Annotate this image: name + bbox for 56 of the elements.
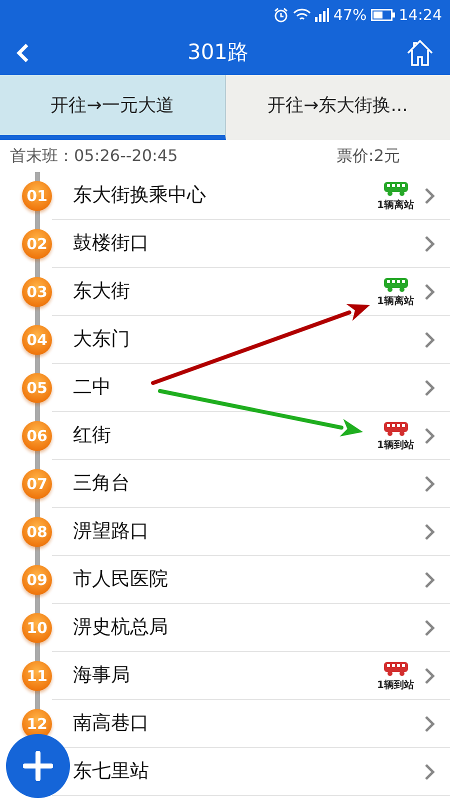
stop-number: 11 — [22, 661, 52, 691]
chevron-icon — [424, 330, 436, 348]
stop-name: 红街 — [73, 423, 111, 448]
stop-number: 09 — [22, 565, 52, 595]
chevron-icon — [424, 186, 436, 204]
stop-number: 03 — [22, 277, 52, 307]
alarm-icon — [273, 7, 290, 23]
stop-name: 市人民医院 — [73, 567, 168, 592]
chevron-icon — [424, 474, 436, 492]
direction-tab[interactable]: 开往→东大街换... — [226, 75, 450, 140]
stop-name: 东七里站 — [73, 759, 149, 784]
screen-title: 301路 — [187, 38, 249, 66]
stop-number: 10 — [22, 613, 52, 643]
stop-number: 02 — [22, 229, 52, 259]
stop-number: 04 — [22, 325, 52, 355]
stop-number: 01 — [22, 181, 52, 211]
back-icon — [16, 42, 30, 64]
chevron-icon — [424, 762, 436, 780]
stop-name: 东大街 — [73, 279, 130, 304]
bus-status: 1辆到站 — [377, 680, 414, 690]
chevron-icon — [424, 666, 436, 684]
chevron-icon — [424, 618, 436, 636]
bus-status: 1辆到站 — [377, 440, 414, 450]
chevron-icon — [424, 426, 436, 444]
stop-name: 大东门 — [73, 327, 130, 352]
service-hours: 首末班：05:26--20:45 — [10, 145, 178, 167]
wifi-icon — [293, 8, 312, 22]
home-button[interactable] — [406, 38, 434, 66]
clock: 14:24 — [398, 4, 442, 26]
chevron-icon — [424, 522, 436, 540]
battery-icon — [370, 9, 395, 21]
stop-number: 07 — [22, 469, 52, 499]
direction-tab[interactable]: 开往→一元大道 — [0, 75, 226, 140]
fare: 票价:2元 — [336, 145, 400, 167]
stop-name: 东大街换乘中心 — [73, 183, 206, 208]
stop-name: 三角台 — [73, 471, 130, 496]
stop-name: 淠望路口 — [73, 519, 149, 544]
battery-level: 47% — [333, 4, 367, 26]
plus-icon — [23, 751, 53, 781]
stop-name: 二中 — [73, 375, 111, 400]
stop-name: 海事局 — [73, 663, 130, 688]
chevron-icon — [424, 714, 436, 732]
stop-name: 鼓楼街口 — [73, 231, 149, 256]
stop-name: 淠史杭总局 — [73, 615, 168, 640]
home-icon — [406, 38, 434, 66]
signal-icon — [315, 8, 330, 22]
bus-status: 1辆离站 — [377, 200, 414, 210]
stop-number: 05 — [22, 373, 52, 403]
stop-number: 06 — [22, 421, 52, 451]
chevron-icon — [424, 234, 436, 252]
chevron-icon — [424, 282, 436, 300]
bus-status: 1辆离站 — [377, 296, 414, 306]
stop-name: 南高巷口 — [73, 711, 149, 736]
chevron-icon — [424, 378, 436, 396]
chevron-icon — [424, 570, 436, 588]
stop-number: 08 — [22, 517, 52, 547]
